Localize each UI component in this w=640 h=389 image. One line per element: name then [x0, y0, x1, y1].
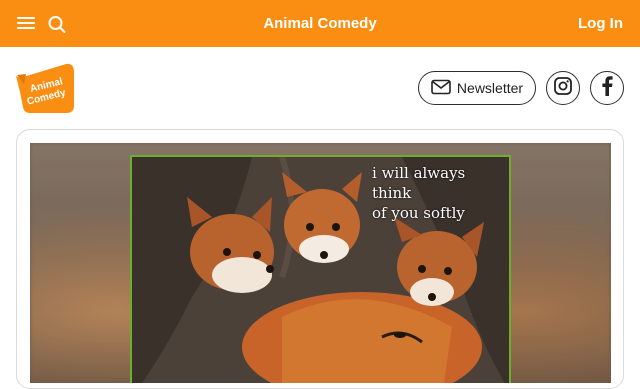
- top-bar: Animal Comedy Log In: [0, 0, 640, 47]
- newsletter-label: Newsletter: [456, 80, 524, 96]
- meme-caption-line2: of you softly: [372, 204, 465, 222]
- facebook-button[interactable]: [590, 71, 624, 105]
- instagram-button[interactable]: [546, 71, 580, 105]
- site-title[interactable]: Animal Comedy: [0, 15, 640, 32]
- login-button[interactable]: Log In: [578, 15, 623, 32]
- envelope-icon: [431, 79, 451, 98]
- site-logo[interactable]: Animal Comedy: [16, 62, 76, 114]
- meme-caption-line1: i will always think: [372, 164, 466, 202]
- meme-image: i will always think of you softly: [130, 155, 511, 383]
- post-card: i will always think of you softly: [16, 129, 624, 389]
- post-image[interactable]: i will always think of you softly: [30, 143, 611, 383]
- newsletter-button[interactable]: Newsletter: [418, 71, 536, 105]
- instagram-icon: [553, 76, 573, 101]
- facebook-icon: [601, 75, 613, 101]
- meme-caption: i will always think of you softly: [372, 163, 509, 223]
